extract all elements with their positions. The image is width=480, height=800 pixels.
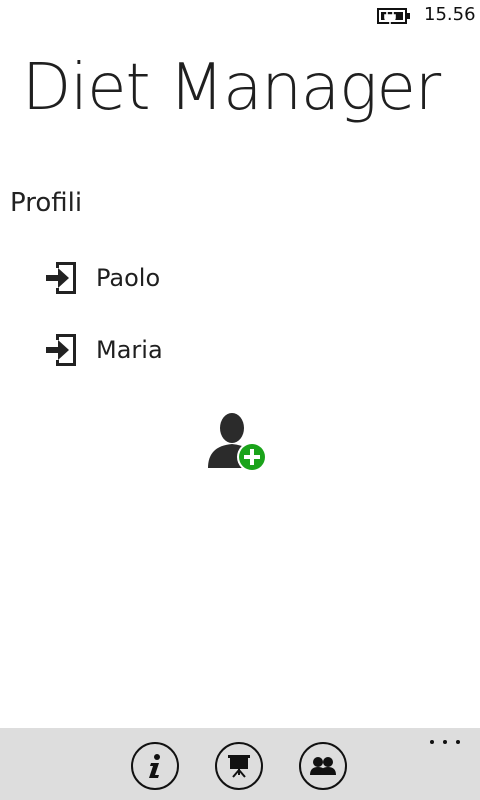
profiles-header: Profili xyxy=(10,188,83,218)
status-bar: 15.56 xyxy=(0,0,480,32)
users-button[interactable] xyxy=(299,742,347,790)
ellipsis-dot xyxy=(443,740,447,744)
app-bar xyxy=(0,728,480,800)
add-profile-button[interactable] xyxy=(204,410,272,476)
info-icon xyxy=(149,754,160,778)
more-options-button[interactable] xyxy=(430,732,460,752)
status-clock: 15.56 xyxy=(424,4,476,25)
add-user-icon xyxy=(208,413,267,472)
info-button[interactable] xyxy=(131,742,179,790)
users-icon xyxy=(310,757,336,775)
presentation-button[interactable] xyxy=(215,742,263,790)
ellipsis-dot xyxy=(430,740,434,744)
login-icon xyxy=(46,262,76,294)
ellipsis-dot xyxy=(456,740,460,744)
login-icon xyxy=(46,334,76,366)
profile-item-maria[interactable]: Maria xyxy=(44,328,344,372)
presentation-icon xyxy=(228,755,250,778)
profile-name: Maria xyxy=(96,336,163,364)
app-title: Diet Manager xyxy=(22,51,441,125)
profile-item-paolo[interactable]: Paolo xyxy=(44,256,344,300)
battery-charging-icon xyxy=(377,7,411,29)
profile-name: Paolo xyxy=(96,264,161,292)
